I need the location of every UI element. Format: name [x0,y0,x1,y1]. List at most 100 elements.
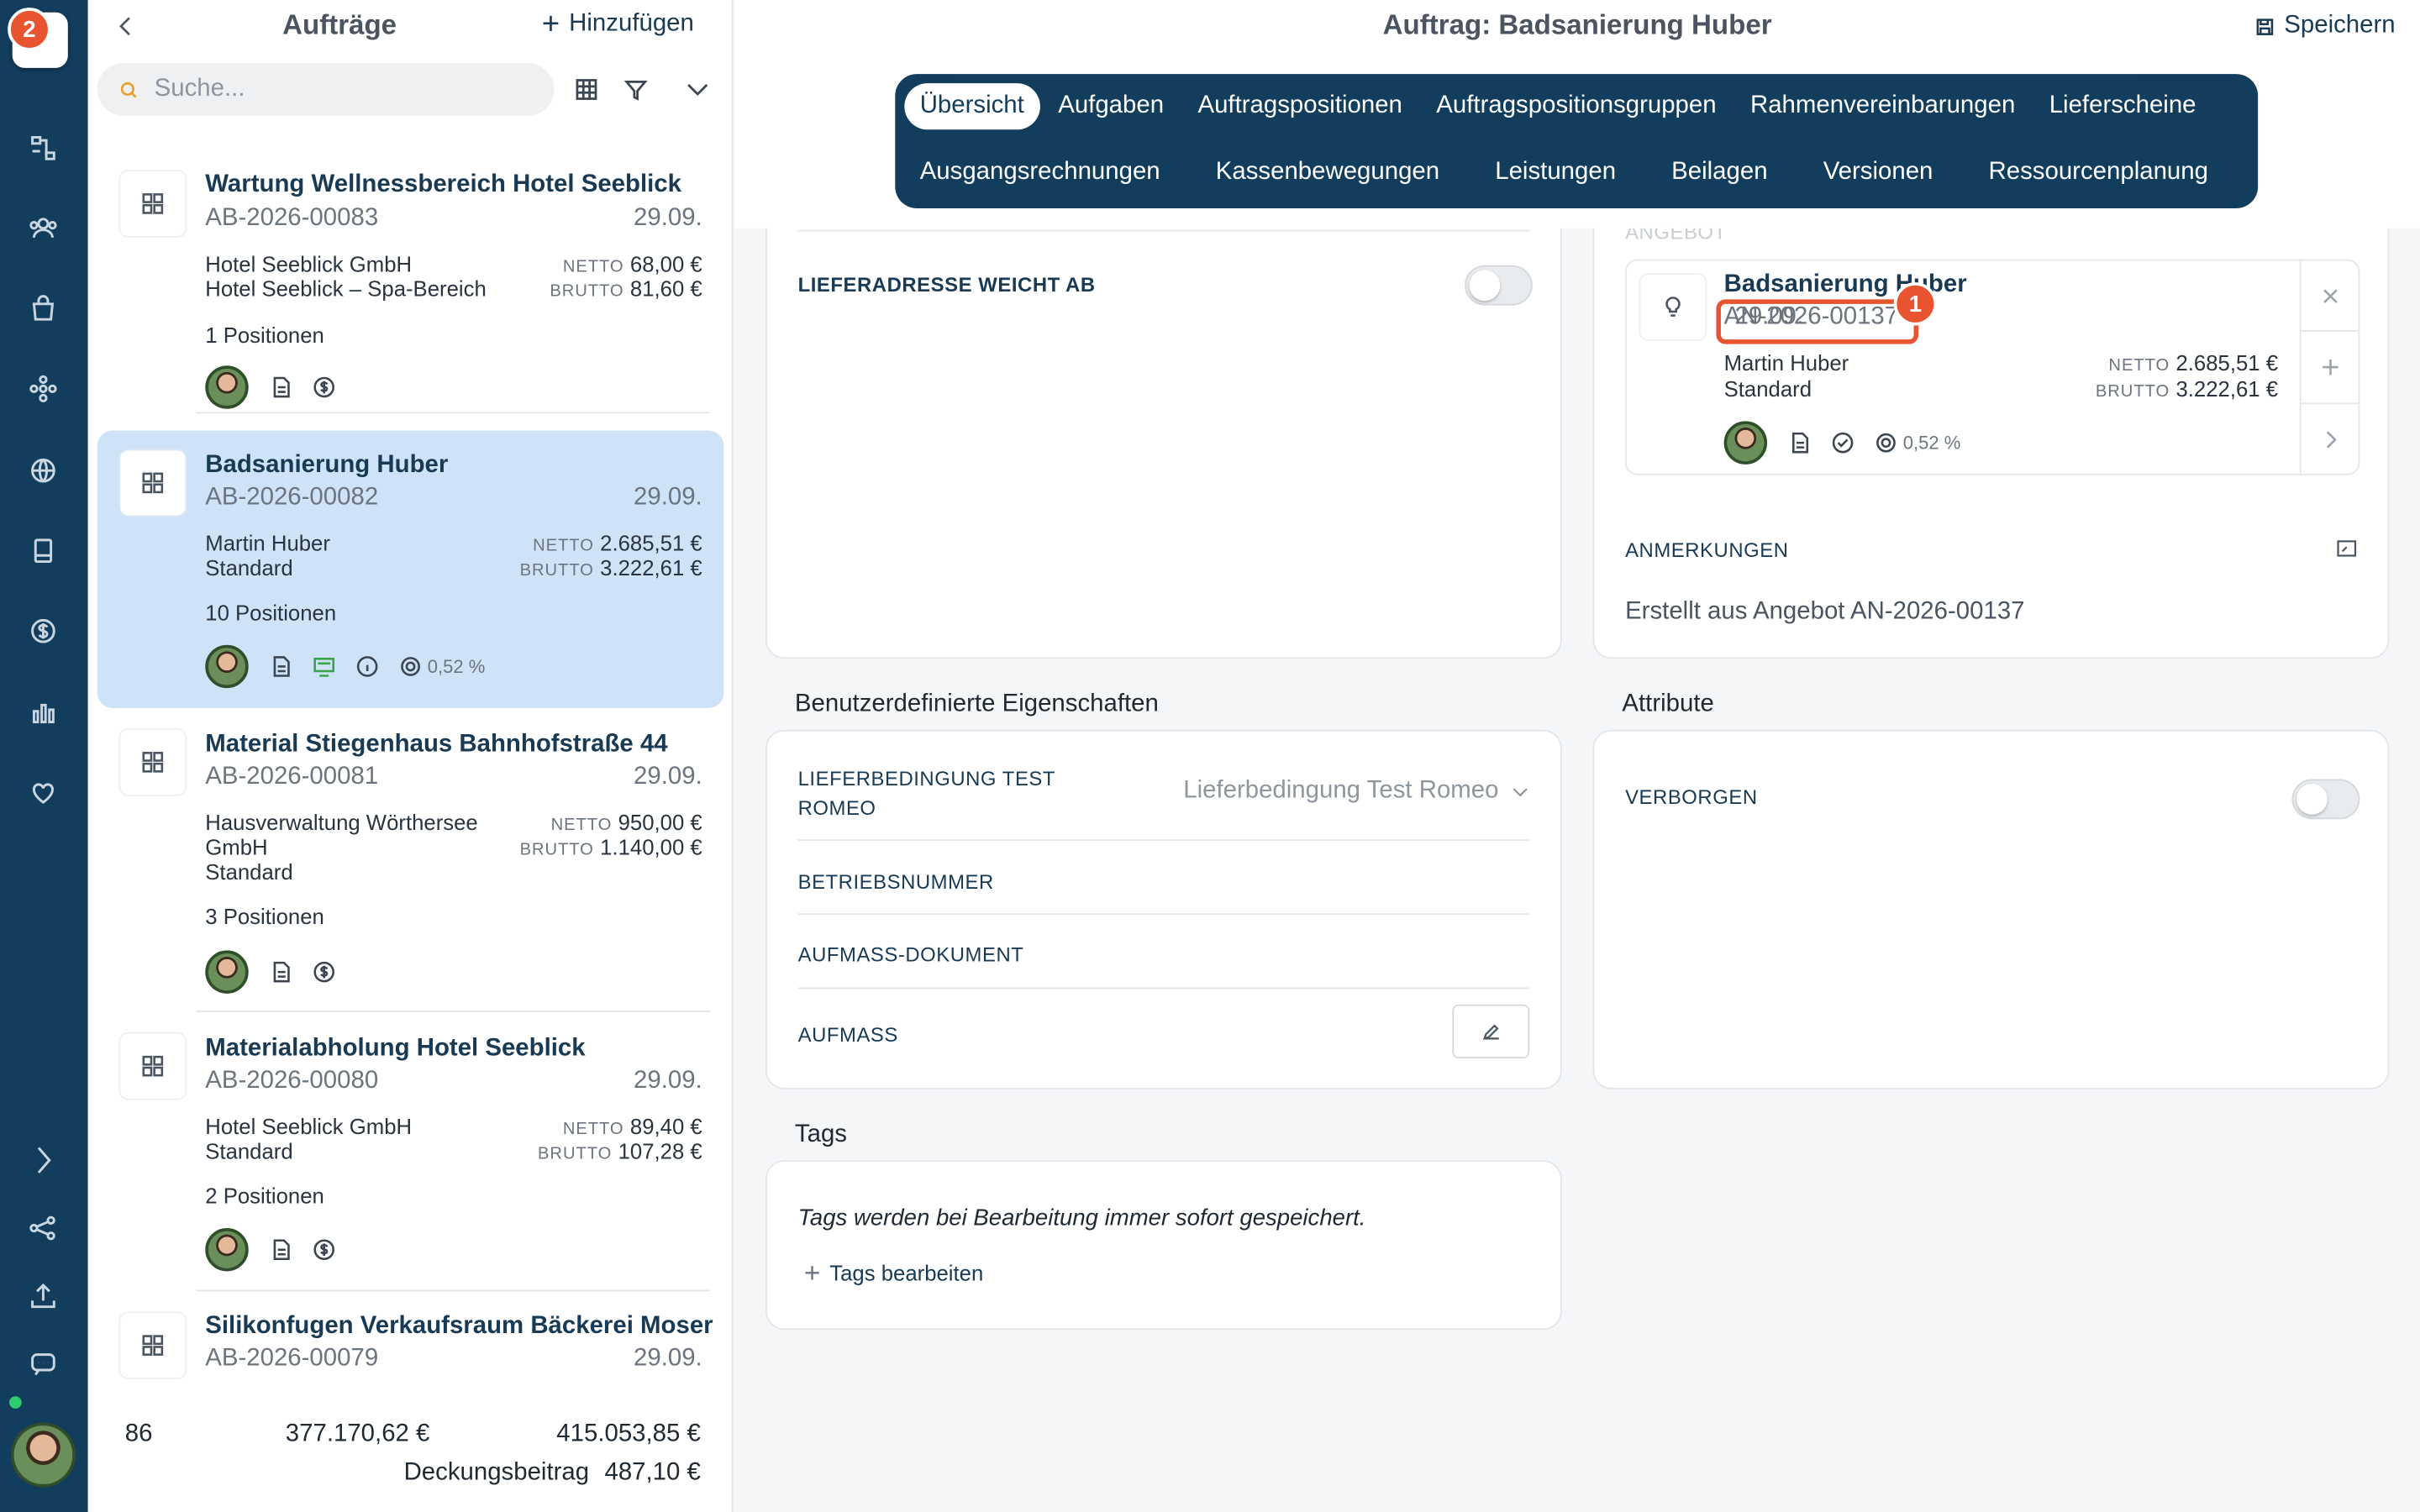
dollar-icon[interactable] [24,612,61,649]
filter-icon[interactable] [619,72,653,106]
network-icon[interactable] [24,370,61,407]
tab-lieferscheine[interactable]: Lieferscheine [2033,83,2212,129]
chat-icon[interactable] [24,1346,61,1383]
tab-kassenbewegungen[interactable]: Kassenbewegungen [1200,150,1455,196]
item-date: 29.09. [634,1345,702,1372]
attribute-title: Attribute [1622,690,1714,718]
heart-icon[interactable] [24,774,61,811]
tab-versionen[interactable]: Versionen [1807,150,1948,196]
tab-auftragspositionsgruppen[interactable]: Auftragspositionsgruppen [1421,83,1732,129]
list-item[interactable]: Wartung Wellnessbereich Hotel Seeblick A… [97,151,724,413]
offer-meta: 0,52 % [1723,421,1960,465]
item-netto: NETTO 2.685,51 € [533,530,702,556]
item-customer: Hotel Seeblick GmbH [205,251,413,276]
user-avatar[interactable] [10,1422,76,1488]
gear-icon [401,657,420,676]
offer-brutto: BRUTTO 3.222,61 € [2095,376,2279,402]
offer-netto: NETTO 2.685,51 € [2108,349,2279,375]
search-field[interactable] [97,63,555,116]
item-subline: Standard [205,1138,293,1163]
bar-chart-icon[interactable] [24,695,61,732]
chevron-right-icon [2325,431,2336,449]
avatar [1723,421,1768,465]
tab-rahmenvereinbarungen[interactable]: Rahmenvereinbarungen [1735,83,2031,129]
plus-icon [2322,359,2338,375]
list-item[interactable]: Silikonfugen Verkaufsraum Bäckerei Moser… [97,1293,724,1394]
tab-auftragspositionen[interactable]: Auftragspositionen [1182,83,1418,129]
grid-icon [118,727,187,796]
grid-icon [118,449,187,517]
info-icon [356,656,378,677]
tags-edit-button[interactable]: + Tags bearbeiten [804,1259,983,1287]
chevron-down-icon [1512,788,1528,797]
anmerkungen-text: Erstellt aus Angebot AN-2026-00137 [1625,598,2025,625]
address-panel: LIEFERADRESSE WEICHT AB [765,154,1562,659]
item-netto: NETTO 89,40 € [562,1114,702,1139]
item-meta: 0,52 % [205,644,485,689]
lieferadresse-label: LIEFERADRESSE WEICHT AB [797,273,1096,297]
globe-icon[interactable] [24,452,61,489]
offer-date: 29.09. [1734,303,1804,331]
page-title: Auftrag: Badsanierung Huber [1382,9,1772,40]
list-item-selected[interactable]: Badsanierung Huber AB-2026-00082 29.09. … [97,430,724,709]
item-brutto: BRUTTO 107,28 € [538,1138,702,1163]
item-subline: Standard [205,555,293,580]
lieferadresse-toggle[interactable] [1465,265,1533,306]
divider [797,987,1530,990]
search-input[interactable] [154,75,510,104]
table-view-icon[interactable] [570,72,603,106]
nav-rail: 2 [0,0,88,1512]
close-icon [2323,288,2337,302]
expand-icon[interactable] [2337,538,2357,566]
tab-leistungen[interactable]: Leistungen [1480,150,1632,196]
tab-ressourcenplanung[interactable]: Ressourcenplanung [1973,150,2223,196]
tab-uebersicht[interactable]: Übersicht [904,83,1040,130]
item-date: 29.09. [634,1068,702,1095]
users-icon[interactable] [24,210,61,247]
attribute-panel: VERBORGEN [1592,729,2390,1089]
chevron-right-icon[interactable] [24,1142,61,1179]
item-subline: Standard [205,859,293,885]
add-offer-button[interactable] [2299,331,2359,405]
custom-props-panel: LIEFERBEDINGUNG TEST ROMEO Lieferbedingu… [765,729,1562,1089]
save-button[interactable]: Speichern [2254,13,2396,40]
dollar-icon [313,961,335,983]
upload-icon[interactable] [24,1278,61,1315]
check-circle-icon [1832,432,1854,454]
item-customer-line2: GmbH [205,834,268,860]
item-brutto: BRUTTO 1.140,00 € [519,834,702,860]
list-item[interactable]: Material Stiegenhaus Bahnhofstraße 44 AB… [97,710,724,1011]
bag-icon[interactable] [24,290,61,327]
item-title: Silikonfugen Verkaufsraum Bäckerei Moser [205,1313,713,1340]
tab-beilagen[interactable]: Beilagen [1656,150,1783,196]
lieferbedingung-select[interactable]: Lieferbedingung Test Romeo [1183,778,1529,806]
tab-ausgangsrechnungen[interactable]: Ausgangsrechnungen [904,150,1176,196]
aufmass-edit-button[interactable] [1452,1004,1530,1058]
list-item[interactable]: Materialabholung Hotel Seeblick AB-2026-… [97,1014,724,1289]
add-button[interactable]: + Hinzufügen [542,9,694,40]
lieferbedingung-label: LIEFERBEDINGUNG TEST [797,766,1056,790]
item-meta [205,365,335,409]
close-button[interactable] [2299,260,2359,332]
item-number: AB-2026-00079 [205,1345,379,1372]
verborgen-toggle[interactable] [2291,779,2360,820]
item-title: Material Stiegenhaus Bahnhofstraße 44 [205,731,668,758]
offer-card[interactable]: Badsanierung Huber AN-2026-00137 1 29.09… [1625,259,2360,475]
header-bar: Auftrag: Badsanierung Huber Speichern Üb… [734,0,2420,228]
gear-icon [1876,433,1896,453]
book-icon[interactable] [24,533,61,570]
deckungsbeitrag: Deckungsbeitrag 487,10 € [403,1459,701,1486]
item-positions: 10 Positionen [205,600,337,625]
item-title: Badsanierung Huber [205,452,449,479]
dollar-icon [313,1239,335,1261]
document-icon [1791,432,1809,454]
divider [196,1011,710,1012]
chevron-down-icon[interactable] [681,72,714,106]
chart-flow-icon[interactable] [24,129,61,166]
share-icon[interactable] [24,1210,61,1247]
open-offer-button[interactable] [2299,404,2359,475]
notification-badge[interactable]: 2 [8,8,51,51]
back-chevron-icon[interactable] [113,13,144,44]
tab-aufgaben[interactable]: Aufgaben [1043,83,1180,129]
tab-bar: Übersicht Aufgaben Auftragspositionen Au… [895,74,2259,208]
